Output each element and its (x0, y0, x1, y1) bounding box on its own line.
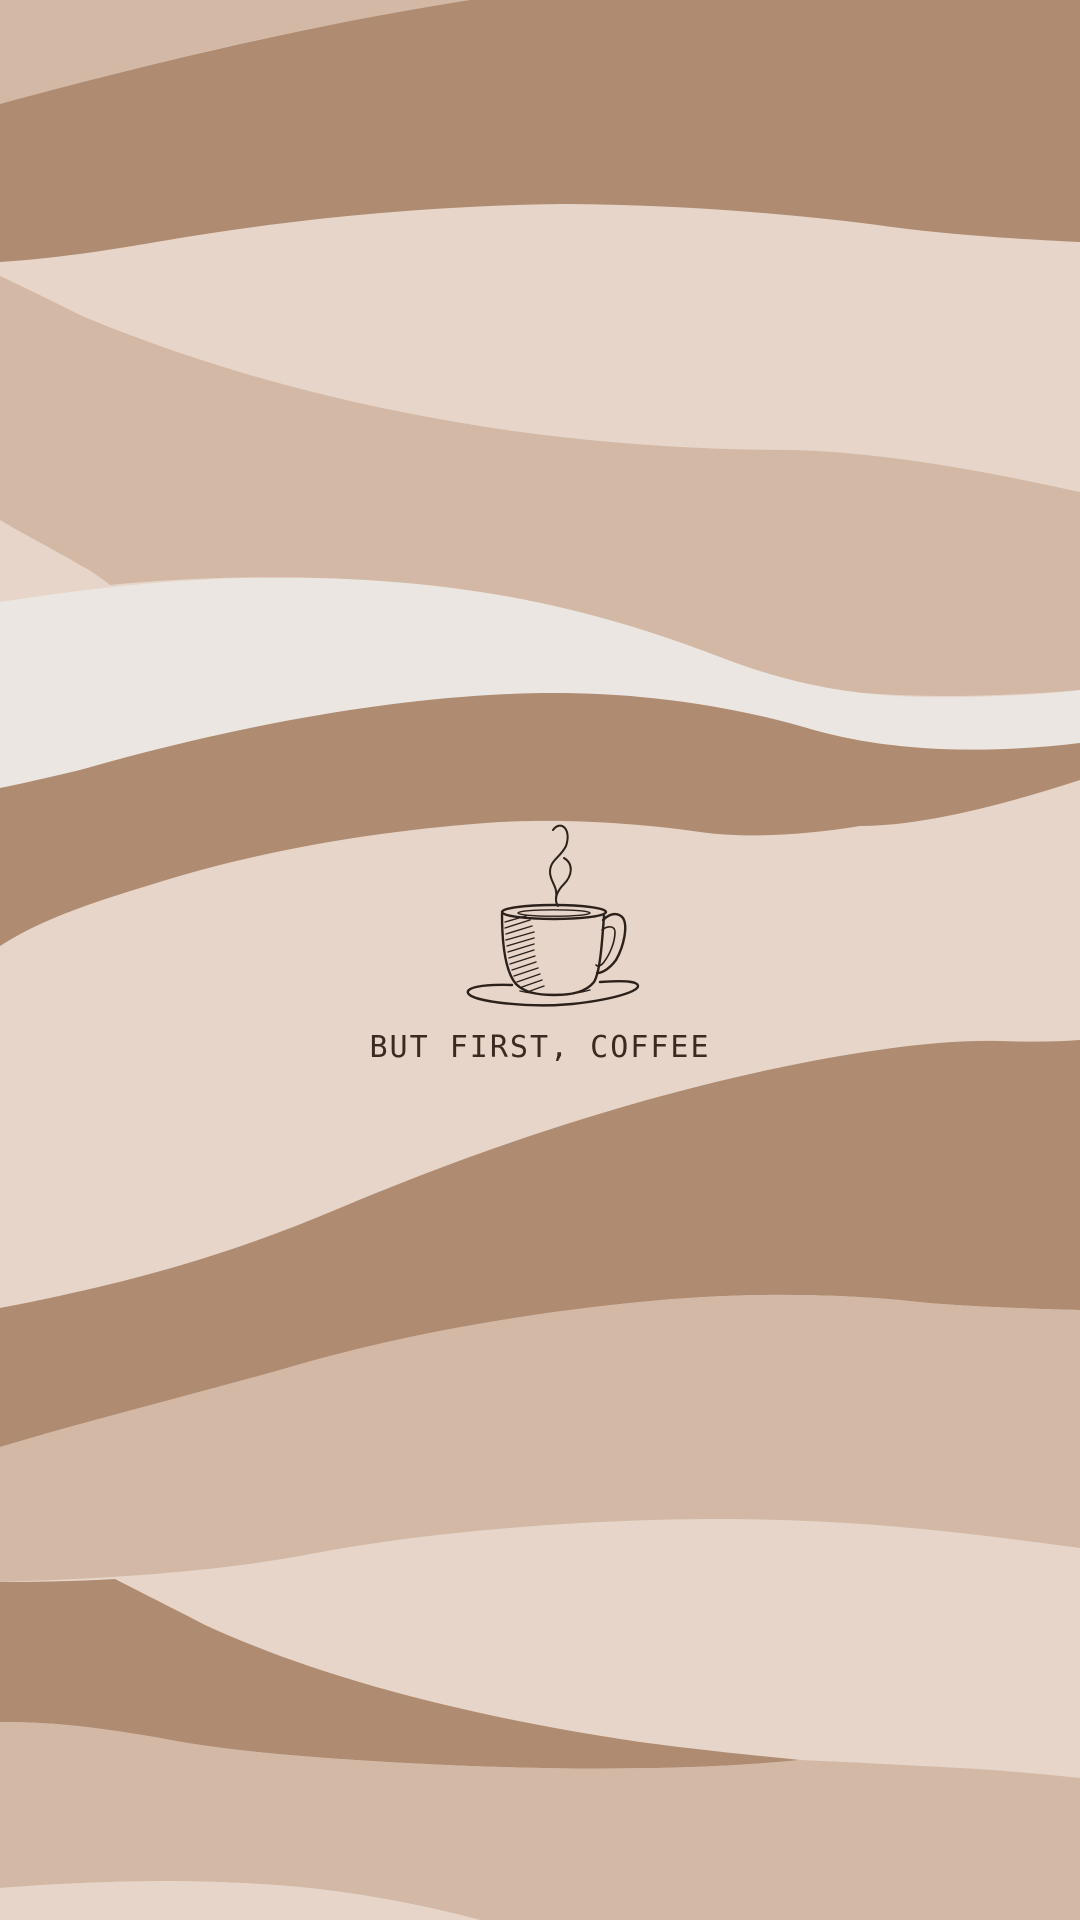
coffee-cup-icon (466, 824, 640, 1007)
tagline: BUT FIRST, COFFEE (369, 1030, 711, 1065)
coffee-wallpaper: BUT FIRST, COFFEE (0, 0, 1080, 1920)
logo-lockup: BUT FIRST, COFFEE (0, 820, 1080, 1070)
